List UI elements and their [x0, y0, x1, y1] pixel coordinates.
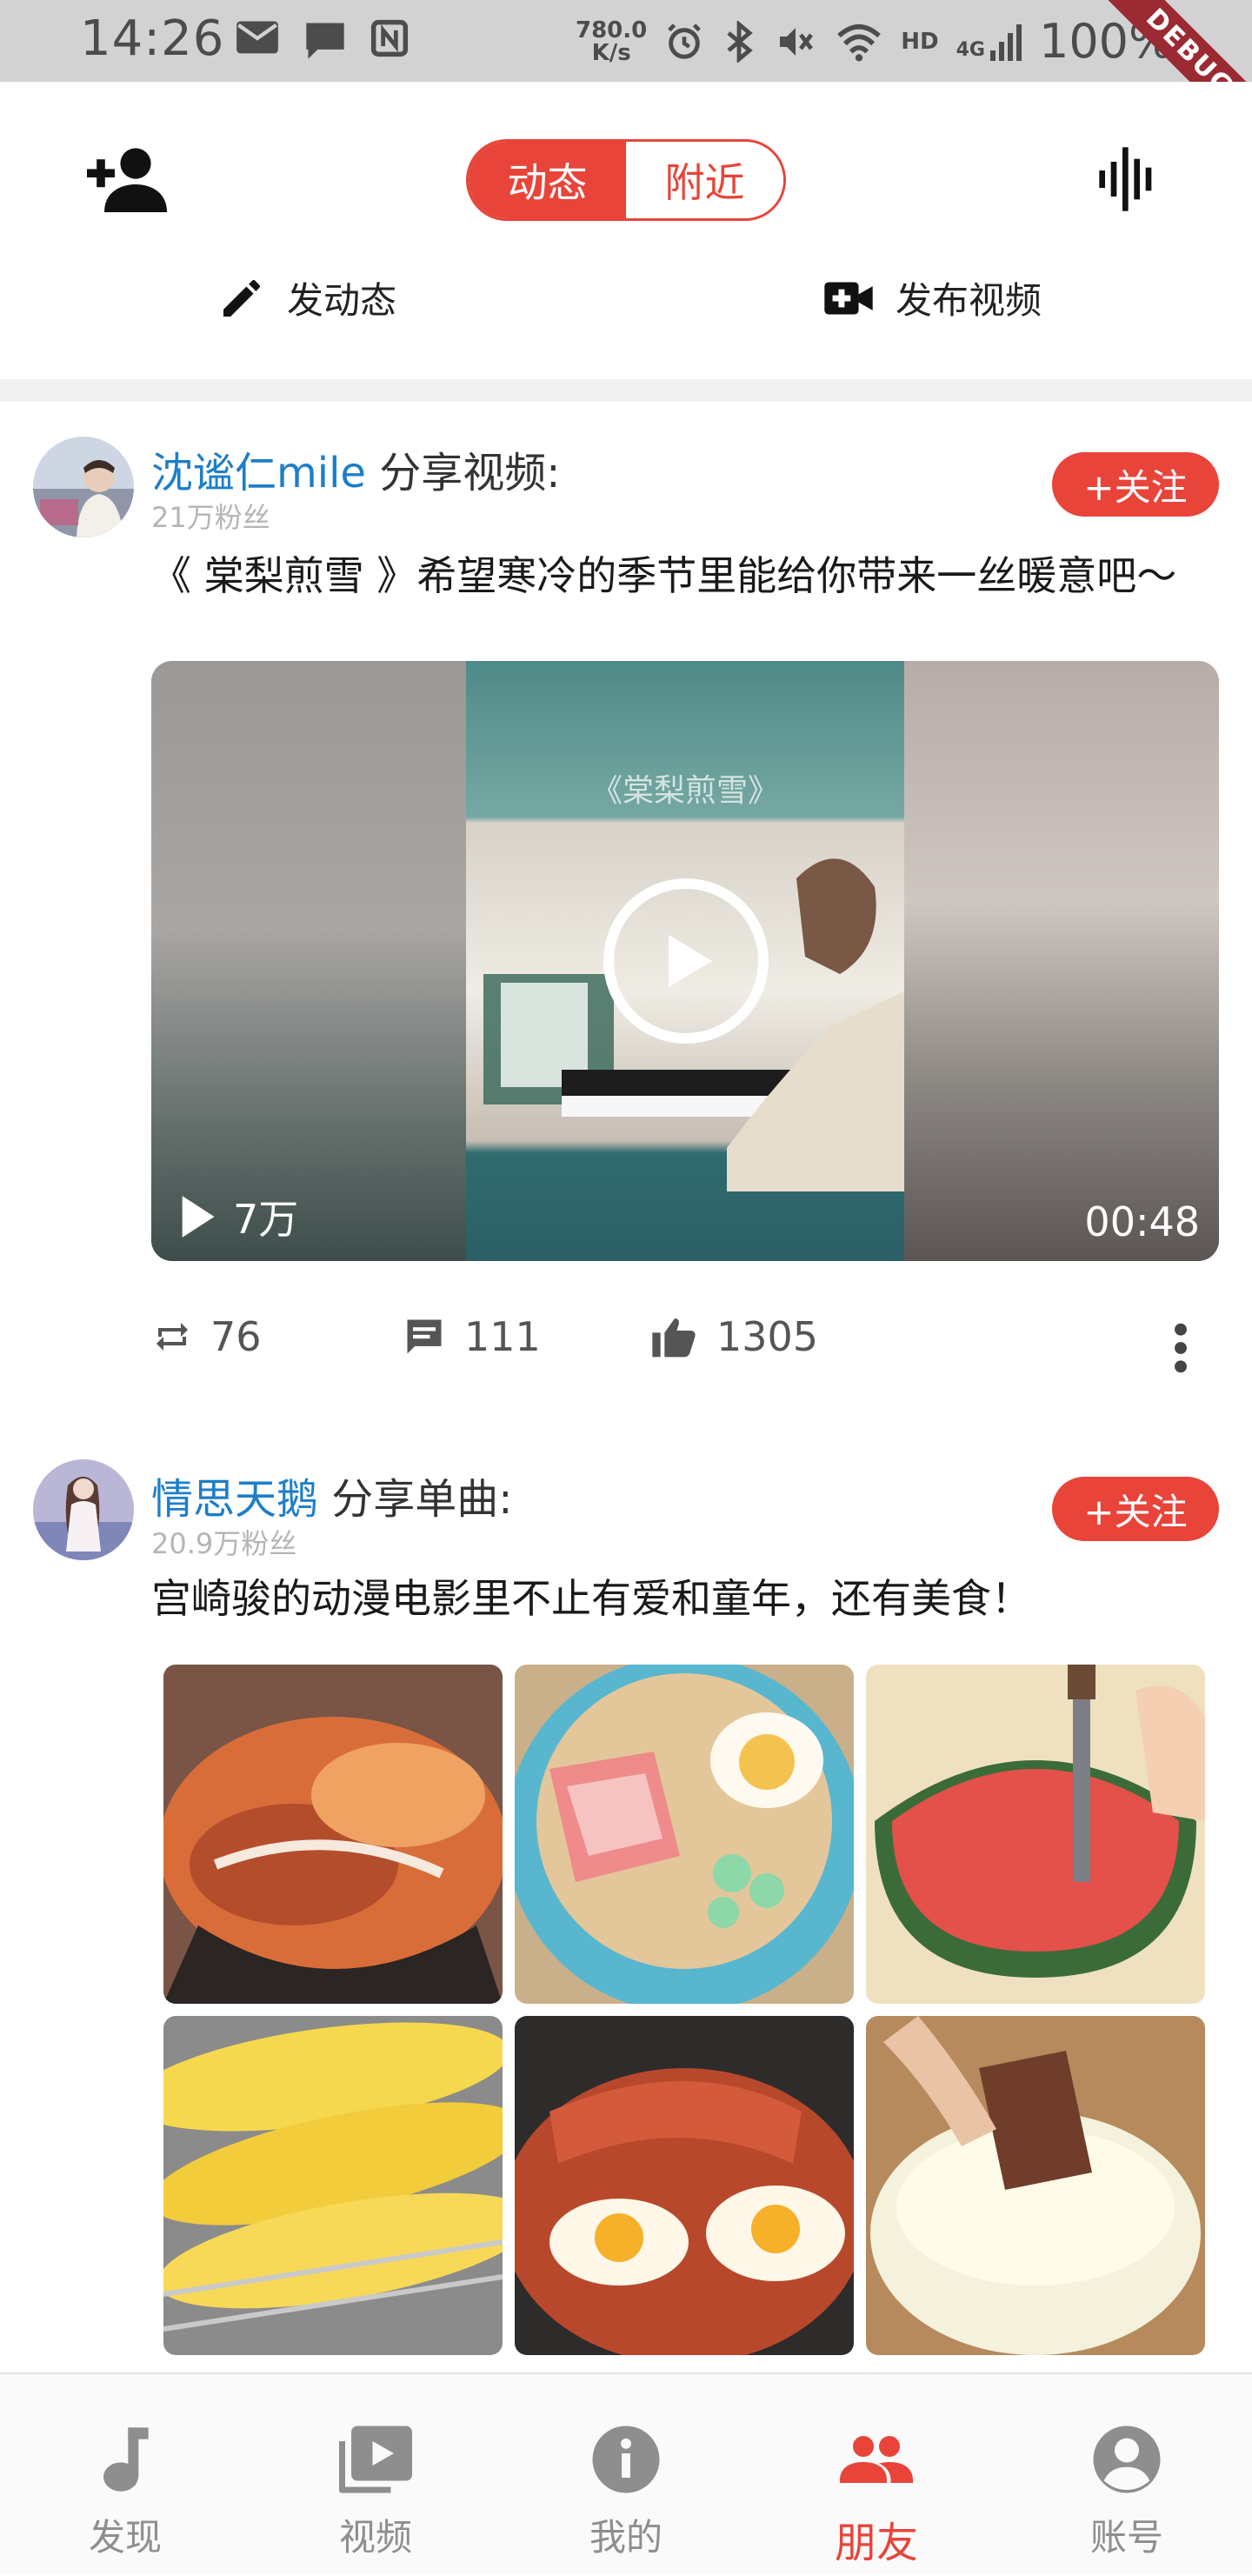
comment-icon: [407, 1319, 442, 1354]
post-video-button[interactable]: 发布视频: [822, 271, 1042, 324]
message-icon: [306, 23, 344, 59]
signal-icon: [989, 23, 1022, 61]
person-add-icon: [87, 148, 167, 212]
tab-label: 视频: [338, 2516, 412, 2559]
nfc-icon: [370, 19, 409, 57]
food-image-rice: [866, 2016, 1205, 2355]
share-type: 分享视频:: [379, 449, 561, 497]
post-text: 宫崎骏的动漫电影里不止有爱和童年，还有美食！: [151, 1575, 1031, 1622]
avatar[interactable]: [33, 437, 134, 537]
add-friend-button[interactable]: [83, 143, 167, 212]
post-video-label: 发布视频: [896, 279, 1042, 322]
image-tile-corn[interactable]: [163, 2016, 503, 2355]
more-options-button[interactable]: [1163, 1320, 1198, 1376]
play-count: 7万: [233, 1196, 299, 1243]
tab-friends[interactable]: 朋友: [751, 2374, 1002, 2576]
comment-button[interactable]: 111: [402, 1313, 541, 1360]
like-count: 1305: [716, 1313, 819, 1360]
music-note-icon: [103, 2427, 149, 2492]
pencil-icon: [223, 279, 260, 317]
top-nav: 动态 附近 发动态 发布视频: [0, 82, 1252, 360]
feed-item: 情思天鹅 分享单曲: 20.9万粉丝 +关注 宫崎骏的动漫电影里不止有爱和童年，…: [0, 1426, 1252, 2383]
mute-icon: [780, 27, 814, 56]
author-name[interactable]: 情思天鹅: [151, 1475, 318, 1524]
tab-label: 发现: [88, 2516, 162, 2559]
tab-discover[interactable]: 发现: [0, 2374, 250, 2576]
thumb-up-icon: [652, 1318, 696, 1358]
mail-icon: [236, 21, 278, 54]
tab-account[interactable]: 账号: [1002, 2374, 1252, 2576]
author-line: 情思天鹅 分享单曲:: [151, 1465, 512, 1525]
feed-item: 沈谧仁mile 分享视频: 21万粉丝 +关注 《 棠梨煎雪 》希望寒冷的季节里…: [0, 402, 1252, 1402]
tab-label: 账号: [1089, 2516, 1163, 2559]
food-image-bacon-eggs: [515, 2016, 854, 2355]
fan-count: 21万粉丝: [151, 501, 270, 534]
play-button[interactable]: [603, 878, 769, 1044]
image-tile-watermelon[interactable]: [866, 1665, 1205, 2004]
comment-count: 111: [464, 1313, 541, 1360]
image-tile-rice[interactable]: [866, 2016, 1205, 2355]
video-library-icon: [339, 2426, 412, 2493]
fan-count: 20.9万粉丝: [151, 1527, 297, 1560]
post-actions: 发动态 发布视频: [0, 271, 1252, 341]
video-blur-right: [904, 661, 1219, 1261]
people-icon: [840, 2436, 913, 2483]
play-count-icon: [182, 1196, 215, 1238]
signal-indicator: 4G: [956, 23, 1022, 61]
tab-label: 朋友: [834, 2519, 918, 2567]
tab-label: 我的: [589, 2516, 663, 2559]
food-image-crab: [163, 1665, 503, 2004]
post-moment-button[interactable]: 发动态: [217, 271, 396, 324]
image-tile-ramen[interactable]: [515, 1665, 854, 2004]
food-image-ramen: [515, 1665, 854, 2004]
section-divider: [0, 379, 1252, 402]
tab-nearby[interactable]: 附近: [626, 142, 783, 218]
bottom-nav: 发现 视频 我的 朋友 账号: [0, 2372, 1252, 2574]
tab-moments[interactable]: 动态: [469, 142, 626, 218]
hd-indicator: HD: [901, 28, 939, 55]
repost-button[interactable]: 76: [151, 1313, 262, 1360]
image-tile-crab[interactable]: [163, 1665, 503, 2004]
feed-segment-toggle: 动态 附近: [466, 139, 786, 221]
bluetooth-icon: [727, 20, 753, 63]
play-icon: [669, 935, 712, 987]
image-grid: [163, 1665, 1207, 2355]
stats-row: 76 111 1305: [151, 1313, 1221, 1383]
author-name[interactable]: 沈谧仁mile: [151, 449, 366, 497]
net-speed: 780.0 K/s: [576, 17, 648, 66]
video-add-icon: [824, 282, 873, 314]
tab-video[interactable]: 视频: [250, 2374, 501, 2576]
share-type: 分享单曲:: [331, 1475, 513, 1524]
post-text: 《 棠梨煎雪 》希望寒冷的季节里能给你带来一丝暖意吧～: [151, 552, 1177, 599]
voice-button[interactable]: [1092, 144, 1162, 214]
avatar-image: [33, 1459, 134, 1560]
author-line: 沈谧仁mile 分享视频:: [151, 438, 560, 499]
account-icon: [1093, 2426, 1161, 2493]
video-duration: 00:48: [1084, 1198, 1200, 1245]
video-plays: 7万: [177, 1188, 298, 1245]
video-card[interactable]: 《棠梨煎雪》 7万 00:48: [151, 661, 1219, 1261]
info-icon: [592, 2426, 660, 2493]
food-image-watermelon: [866, 1665, 1205, 2004]
notification-icons: [235, 19, 409, 61]
post-moment-label: 发动态: [287, 279, 397, 322]
status-indicators: 780.0 K/s HD 4G 100%: [576, 14, 1173, 69]
wifi-icon: [837, 23, 882, 62]
follow-button[interactable]: +关注: [1052, 1477, 1219, 1541]
avatar-image: [33, 437, 134, 537]
image-tile-bacon-eggs[interactable]: [515, 2016, 854, 2355]
follow-button[interactable]: +关注: [1052, 452, 1219, 517]
avatar[interactable]: [33, 1459, 134, 1560]
status-time: 14:26: [80, 10, 225, 67]
like-button[interactable]: 1305: [650, 1313, 818, 1360]
repost-count: 76: [210, 1313, 262, 1360]
sound-wave-icon: [1099, 147, 1152, 211]
food-image-corn: [163, 2016, 503, 2355]
repost-icon: [156, 1323, 188, 1351]
status-bar: 14:26 780.0 K/s HD 4G 100% DEBUG: [0, 0, 1252, 160]
tab-mine[interactable]: 我的: [501, 2374, 751, 2576]
more-vert-icon: [1175, 1323, 1187, 1373]
video-blur-left: [151, 661, 466, 1261]
alarm-icon: [668, 23, 702, 59]
